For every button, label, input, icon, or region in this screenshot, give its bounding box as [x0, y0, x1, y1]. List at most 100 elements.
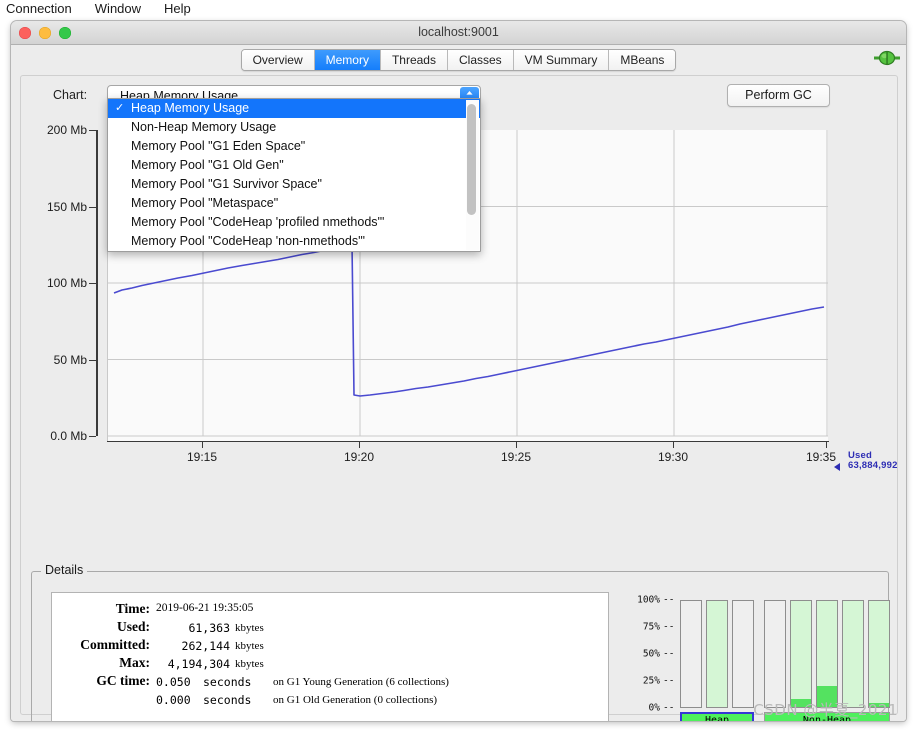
pool-bar[interactable] [842, 600, 864, 708]
details-value-time: 2019-06-21 19:35:05 [156, 602, 253, 614]
window-title-bar: localhost:9001 [11, 21, 906, 45]
menu-item-connection[interactable]: Connection [6, 0, 85, 18]
dropdown-item-label: Memory Pool "G1 Survivor Space" [131, 177, 322, 191]
memory-panel: Chart: Heap Memory Usage Perform GC 200 … [20, 75, 898, 715]
pool-bar[interactable] [790, 600, 812, 708]
details-suffix-gctime-old: on G1 Old Generation (0 collections) [273, 694, 437, 706]
details-value-used: 61,363 [156, 621, 230, 635]
details-row-time: Time: 2019-06-21 19:35:05 [52, 601, 608, 618]
pool-axis-dash-100: -- [663, 595, 674, 606]
details-row-gctime-old: 0.000 seconds on G1 Old Generation (0 co… [52, 691, 608, 708]
tab-vm-summary[interactable]: VM Summary [514, 50, 610, 70]
dropdown-item-codeheap-non-nmethods[interactable]: Memory Pool "CodeHeap 'non-nmethods'" [108, 232, 480, 251]
app-content: Overview Memory Threads Classes VM Summa… [11, 45, 906, 721]
details-label-max: Max: [52, 655, 150, 671]
details-label-used: Used: [52, 619, 150, 635]
x-tick-label-1920: 19:20 [344, 450, 374, 464]
tab-memory[interactable]: Memory [315, 50, 381, 70]
chart-y-axis: 200 Mb 150 Mb 100 Mb 50 Mb 0.0 Mb [21, 110, 99, 565]
details-value-gctime-young: 0.050 [156, 675, 191, 689]
tab-bar: Overview Memory Threads Classes VM Summa… [11, 45, 906, 74]
y-tick-label-100: 100 Mb [47, 276, 87, 290]
menu-item-window[interactable]: Window [95, 0, 154, 18]
os-menu-bar: Connection Window Help [0, 0, 917, 18]
pool-bar[interactable] [732, 600, 754, 708]
details-unit-gctime-young: seconds [203, 675, 251, 689]
pool-axis-label-0: 0% [649, 703, 660, 714]
pool-axis-label-25: 25% [643, 676, 660, 687]
dropdown-item-metaspace[interactable]: Memory Pool "Metaspace" [108, 194, 480, 213]
details-label-committed: Committed: [52, 637, 150, 653]
dropdown-item-label: Memory Pool "Metaspace" [131, 196, 278, 210]
dropdown-scrollbar[interactable] [466, 100, 479, 250]
check-icon: ✓ [115, 99, 124, 118]
pool-bar[interactable] [764, 600, 786, 708]
tab-group: Overview Memory Threads Classes VM Summa… [241, 49, 677, 71]
y-tick-label-0: 0.0 Mb [50, 429, 87, 443]
pool-axis-dash-0: -- [663, 703, 674, 714]
dropdown-item-label: Memory Pool "G1 Old Gen" [131, 158, 284, 172]
pool-axis-label-75: 75% [643, 622, 660, 633]
details-row-gctime-young: GC time: 0.050 seconds on G1 Young Gener… [52, 673, 608, 690]
dropdown-item-g1-eden-space[interactable]: Memory Pool "G1 Eden Space" [108, 137, 480, 156]
dropdown-item-g1-old-gen[interactable]: Memory Pool "G1 Old Gen" [108, 156, 480, 175]
dropdown-item-label: Non-Heap Memory Usage [131, 120, 276, 134]
chart-label: Chart: [53, 88, 87, 102]
details-row-max: Max: 4,194,304 kbytes [52, 655, 608, 672]
pool-bar[interactable] [816, 600, 838, 708]
dropdown-item-codeheap-profiled-nmethods[interactable]: Memory Pool "CodeHeap 'profiled nmethods… [108, 213, 480, 232]
window-title: localhost:9001 [11, 21, 906, 44]
details-row-used: Used: 61,363 kbytes [52, 619, 608, 636]
annotation-series-value: 63,884,992 [848, 460, 898, 471]
y-tick-label-50: 50 Mb [54, 353, 87, 367]
details-legend-label: Details [41, 563, 87, 577]
pool-axis-dash-50: -- [663, 649, 674, 660]
details-row-committed: Committed: 262,144 kbytes [52, 637, 608, 654]
watermark: CSDN @半夏_2021 [753, 699, 898, 720]
dropdown-item-label: Memory Pool "CodeHeap 'non-nmethods'" [131, 234, 365, 248]
dropdown-item-non-heap-memory-usage[interactable]: Non-Heap Memory Usage [108, 118, 480, 137]
dropdown-item-g1-survivor-space[interactable]: Memory Pool "G1 Survivor Space" [108, 175, 480, 194]
x-tick-label-1935: 19:35 [806, 450, 836, 464]
pool-axis-label-50: 50% [643, 649, 660, 660]
dropdown-item-label: Memory Pool "CodeHeap 'profiled nmethods… [131, 215, 384, 229]
details-label-gctime: GC time: [52, 673, 150, 689]
details-label-time: Time: [52, 601, 150, 617]
triangle-left-icon [834, 463, 840, 471]
y-tick-label-150: 150 Mb [47, 200, 87, 214]
pool-axis-label-100: 100% [637, 595, 660, 606]
x-tick-label-1930: 19:30 [658, 450, 688, 464]
y-tick-label-200: 200 Mb [47, 123, 87, 137]
perform-gc-button[interactable]: Perform GC [727, 84, 830, 107]
tab-mbeans[interactable]: MBeans [609, 50, 675, 70]
pool-axis-dash-75: -- [663, 622, 674, 633]
dropdown-scrollbar-thumb[interactable] [467, 104, 476, 215]
y-axis-line [96, 130, 98, 436]
details-text-box: Time: 2019-06-21 19:35:05 Used: 61,363 k… [51, 592, 609, 721]
pool-group-heap[interactable]: Heap [680, 712, 754, 721]
x-tick-label-1925: 19:25 [501, 450, 531, 464]
tab-overview[interactable]: Overview [242, 50, 315, 70]
plug-connected-icon[interactable] [874, 48, 900, 68]
pool-bar[interactable] [680, 600, 702, 708]
details-value-gctime-old: 0.000 [156, 693, 191, 707]
details-unit-committed: kbytes [235, 640, 264, 652]
details-value-max: 4,194,304 [156, 657, 230, 671]
tab-threads[interactable]: Threads [381, 50, 448, 70]
application-window: localhost:9001 Overview Memory Threads C… [11, 21, 906, 721]
dropdown-item-heap-memory-usage[interactable]: ✓ Heap Memory Usage [108, 99, 480, 118]
menu-item-help[interactable]: Help [164, 0, 204, 18]
details-value-committed: 262,144 [156, 639, 230, 653]
chart-x-axis: 19:15 19:20 19:25 19:30 19:35 [107, 441, 829, 469]
tab-classes[interactable]: Classes [448, 50, 514, 70]
details-unit-gctime-old: seconds [203, 693, 251, 707]
pool-axis-dash-25: -- [663, 676, 674, 687]
details-suffix-gctime-young: on G1 Young Generation (6 collections) [273, 676, 449, 688]
dropdown-item-label: Memory Pool "G1 Eden Space" [131, 139, 305, 153]
x-tick-label-1915: 19:15 [187, 450, 217, 464]
chart-select-dropdown[interactable]: ✓ Heap Memory Usage Non-Heap Memory Usag… [107, 98, 481, 252]
details-unit-used: kbytes [235, 622, 264, 634]
pool-bar[interactable] [706, 600, 728, 708]
details-unit-max: kbytes [235, 658, 264, 670]
pool-bar[interactable] [868, 600, 890, 708]
